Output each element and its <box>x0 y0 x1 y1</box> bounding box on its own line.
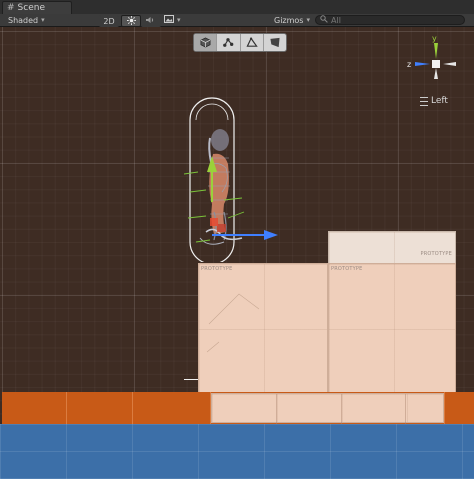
character-wireframe <box>184 129 245 245</box>
move-handle-z-arrow-icon[interactable] <box>264 230 278 240</box>
scene-tool-palette <box>193 33 287 52</box>
tool-vertex[interactable] <box>241 34 264 51</box>
prototype-box-left[interactable]: PROTOTYPE <box>198 263 328 393</box>
tool-fill[interactable] <box>264 34 286 51</box>
gizmo-center-cube[interactable] <box>432 60 440 68</box>
shading-mode-label: Shaded <box>8 15 39 25</box>
speaker-icon <box>146 16 156 26</box>
prototype-box-right[interactable]: PROTOTYPE <box>328 263 456 393</box>
strip-divider <box>276 394 277 424</box>
gizmo-neg-z-cone[interactable] <box>443 62 456 66</box>
prototype-box-top[interactable]: PROTOTYPE <box>328 231 456 264</box>
tab-scene[interactable]: # Scene <box>2 1 72 14</box>
prototype-label-top: PROTOTYPE <box>420 251 452 257</box>
view-label: Left <box>431 96 448 106</box>
character-model[interactable] <box>184 92 284 262</box>
platform-segment <box>66 392 133 424</box>
prototype-label-right: PROTOTYPE <box>331 266 363 272</box>
scene-hash-icon: # <box>7 3 15 13</box>
ground-marker-line <box>184 379 198 380</box>
bone-tool-icon <box>222 34 234 51</box>
view-projection-label[interactable]: Left <box>420 96 448 106</box>
move-handle-plane[interactable] <box>210 218 218 226</box>
move-cube-icon <box>200 34 211 51</box>
tool-bone[interactable] <box>217 34 241 51</box>
image-effects-icon <box>164 15 174 25</box>
platform-segment <box>132 392 211 424</box>
search-icon <box>320 15 328 25</box>
gizmos-label: Gizmos <box>274 15 304 25</box>
mode-2d-toggle[interactable]: 2D <box>99 15 119 27</box>
lighting-toggle[interactable] <box>121 15 141 27</box>
search-placeholder: All <box>331 15 341 25</box>
mode-2d-label: 2D <box>103 16 115 26</box>
blue-ground[interactable] <box>0 424 474 479</box>
tool-move[interactable] <box>194 34 218 51</box>
audio-toggle[interactable] <box>141 15 161 27</box>
vertex-tool-icon <box>246 34 258 51</box>
shading-mode-dropdown[interactable]: Shaded <box>8 14 45 26</box>
tab-scene-label: Scene <box>17 3 45 13</box>
gizmo-neg-y-cone[interactable] <box>434 68 438 79</box>
gizmo-z-cone[interactable] <box>415 62 430 66</box>
scene-viewport[interactable]: y z Left PROTOTYPE PROTOTYPE PROTOTYPE <box>0 27 474 479</box>
sun-icon <box>126 15 136 27</box>
gizmo-y-cone[interactable] <box>434 43 438 59</box>
effects-dropdown[interactable] <box>164 14 181 26</box>
platform-segment <box>444 392 474 424</box>
box-guide-lines <box>206 293 260 353</box>
scene-toolbar: Shaded 2D Gizmos All <box>0 14 474 27</box>
search-input[interactable]: All <box>315 15 465 25</box>
perspective-bars-icon <box>420 96 428 106</box>
gizmo-axis-z-label: z <box>407 60 411 69</box>
prototype-strip[interactable] <box>211 393 444 424</box>
platform-segment <box>2 392 67 424</box>
tab-bar: # Scene <box>0 0 474 15</box>
strip-divider <box>405 394 406 424</box>
gizmo-axis-y-label: y <box>432 34 437 43</box>
strip-divider <box>341 394 342 424</box>
fill-tool-icon <box>269 34 281 51</box>
gizmos-dropdown[interactable]: Gizmos <box>274 14 310 26</box>
